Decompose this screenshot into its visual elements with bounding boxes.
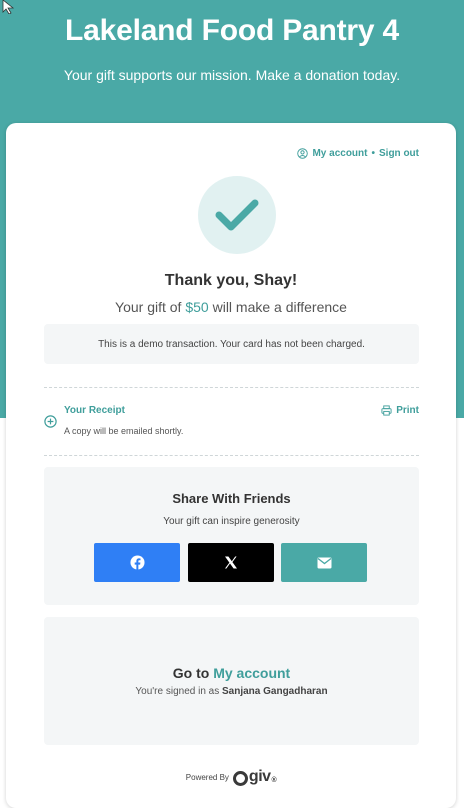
- page-subtitle: Your gift supports our mission. Make a d…: [63, 67, 401, 83]
- share-subtitle: Your gift can inspire generosity: [163, 516, 300, 527]
- divider: [44, 455, 419, 456]
- mouse-cursor-icon: [2, 0, 15, 14]
- thank-you-heading: Thank you, Shay!: [164, 272, 298, 289]
- qgiv-logo[interactable]: giv ®: [232, 768, 277, 786]
- goto-prefix: Go to: [172, 665, 214, 681]
- powered-by: Powered By giv ®: [6, 768, 456, 786]
- print-button[interactable]: Print: [381, 405, 419, 416]
- receipt-note: A copy will be emailed shortly.: [64, 426, 184, 436]
- print-label: Print: [396, 405, 419, 416]
- gift-amount: $50: [185, 299, 209, 315]
- go-to-account: Go to My account: [44, 665, 419, 681]
- sign-out-link[interactable]: Sign out: [379, 148, 419, 159]
- qgiv-q-mark: [232, 770, 248, 786]
- powered-by-label: Powered By: [185, 772, 229, 782]
- qgiv-logo-text: giv: [248, 768, 271, 785]
- envelope-icon: [317, 557, 331, 568]
- x-icon: [225, 556, 237, 569]
- user-circle-icon: [297, 148, 309, 159]
- link-separator: •: [371, 148, 375, 159]
- share-panel: Share With Friends Your gift can inspire…: [44, 467, 419, 605]
- gift-prefix: Your gift of: [115, 299, 186, 315]
- gift-suffix: will make a difference: [208, 299, 347, 315]
- demo-notice: This is a demo transaction. Your card ha…: [44, 324, 419, 364]
- divider: [44, 387, 419, 388]
- printer-icon: [381, 405, 392, 416]
- signed-in-name: Sanjana Gangadharan: [222, 686, 328, 697]
- share-title: Share With Friends: [172, 491, 291, 506]
- signed-in-status: You're signed in as Sanjana Gangadharan: [44, 686, 419, 697]
- my-account-panel-link[interactable]: My account: [213, 665, 290, 681]
- share-x-button[interactable]: [188, 543, 274, 582]
- confirmation-card: My account • Sign out Thank you, Shay! Y…: [6, 123, 456, 808]
- signed-prefix: You're signed in as: [135, 686, 222, 697]
- receipt-toggle[interactable]: Your Receipt: [64, 405, 125, 416]
- success-badge: [198, 176, 276, 254]
- share-facebook-button[interactable]: [94, 543, 180, 582]
- my-account-link[interactable]: My account: [312, 148, 367, 159]
- account-panel: Go to My account You're signed in as San…: [44, 617, 419, 745]
- account-links: My account • Sign out: [297, 148, 419, 159]
- page-title: Lakeland Food Pantry 4: [64, 14, 399, 47]
- facebook-icon: [129, 555, 145, 570]
- plus-circle-icon[interactable]: [44, 415, 57, 428]
- gift-message: Your gift of $50 will make a difference: [6, 299, 456, 315]
- registered-mark: ®: [271, 776, 277, 784]
- share-email-button[interactable]: [281, 543, 367, 582]
- checkmark-icon: [215, 199, 259, 231]
